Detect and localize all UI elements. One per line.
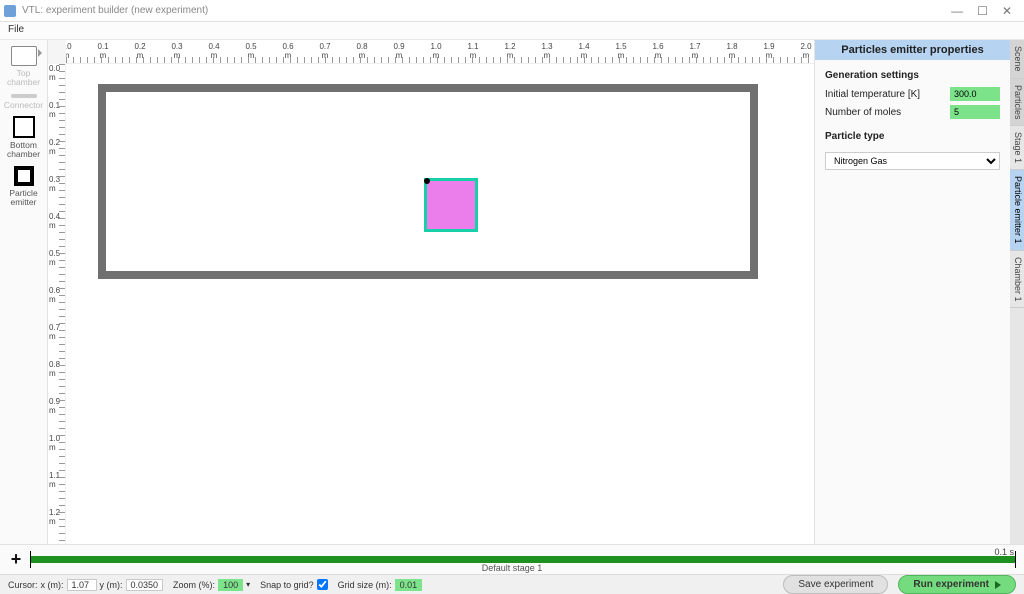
horizontal-ruler: 0.0m0.1m0.2m0.3m0.4m0.5m0.6m0.7m0.8m0.9m… [66,40,814,64]
number-of-moles-input[interactable] [950,105,1000,119]
number-of-moles-label: Number of moles [825,107,901,118]
close-button[interactable]: ✕ [1002,5,1012,17]
particle-emitter-object[interactable] [424,178,478,232]
top-chamber-label: Top chamber [7,69,40,88]
properties-header: Particles emitter properties [815,40,1010,60]
bottom-chamber-label: Bottom chamber [7,141,40,160]
grid-control: Grid size (m): 0.01 [338,579,423,591]
menu-bar: File [0,22,1024,40]
connector-label: Connector [4,101,43,110]
side-tabs: Scene Particles Stage 1 Particle emitter… [1010,40,1024,544]
zoom-input[interactable]: 100 [218,579,243,591]
generation-settings-heading: Generation settings [825,70,1000,81]
main-area: Top chamber Connector Bottom chamber Par… [0,40,1024,544]
play-icon [995,581,1001,589]
add-stage-button[interactable]: + [8,549,24,570]
connector-icon [11,94,37,98]
grid-size-input[interactable]: 0.01 [395,579,423,591]
bottom-chamber-icon [13,116,35,138]
zoom-label: Zoom (%): [173,580,215,590]
snap-checkbox[interactable] [317,579,328,590]
timeline-track[interactable] [30,556,1016,563]
cursor-readout: Cursor: x (m): 1.07 y (m): 0.0350 [8,579,163,591]
palette-bottom-chamber[interactable]: Bottom chamber [4,116,44,160]
tab-stage-1[interactable]: Stage 1 [1010,126,1024,170]
particle-type-select[interactable]: Nitrogen Gas [825,152,1000,170]
run-experiment-button[interactable]: Run experiment [898,575,1016,594]
work-area: 0.0m0.1m0.2m0.3m0.4m0.5m0.6m0.7m0.8m0.9m… [48,40,814,544]
cursor-x-value: 1.07 [67,579,97,591]
timeline-stage-label: Default stage 1 [482,563,543,573]
tab-particles[interactable]: Particles [1010,79,1024,127]
window-controls: — ☐ ✕ [951,5,1020,17]
top-chamber-icon [11,46,37,66]
right-panel: Particles emitter properties Generation … [814,40,1024,544]
palette-top-chamber[interactable]: Top chamber [4,46,44,88]
cursor-y-label: y (m): [100,580,123,590]
zoom-dropdown-icon[interactable]: ▾ [246,580,250,589]
minimize-button[interactable]: — [951,5,963,17]
window-title: VTL: experiment builder (new experiment) [22,5,951,16]
zoom-control: Zoom (%): 100 ▾ [173,579,250,591]
tab-chamber-1[interactable]: Chamber 1 [1010,251,1024,309]
status-bar: Cursor: x (m): 1.07 y (m): 0.0350 Zoom (… [0,574,1024,594]
palette-connector[interactable]: Connector [4,94,44,110]
tab-particle-emitter-1[interactable]: Particle emitter 1 [1010,170,1024,251]
initial-temperature-label: Initial temperature [K] [825,89,920,100]
canvas[interactable] [66,64,814,544]
snap-control: Snap to grid? [260,579,328,590]
vertical-ruler: 0.0m0.1m0.2m0.3m0.4m0.5m0.6m0.7m0.8m0.9m… [48,64,66,544]
timeline-end-label: 0.1 s [994,547,1014,557]
properties-panel: Particles emitter properties Generation … [815,40,1010,544]
tool-palette: Top chamber Connector Bottom chamber Par… [0,40,48,544]
app-icon [4,5,16,17]
cursor-x-label: x (m): [41,580,64,590]
particle-emitter-icon [14,166,34,186]
tab-scene[interactable]: Scene [1010,40,1024,79]
cursor-y-value: 0.0350 [126,579,164,591]
snap-label: Snap to grid? [260,580,314,590]
particle-emitter-label: Particle emitter [9,189,37,208]
chamber-object[interactable] [98,84,758,279]
cursor-prefix: Cursor: [8,580,38,590]
grid-size-label: Grid size (m): [338,580,392,590]
emitter-handle[interactable] [424,178,430,184]
palette-particle-emitter[interactable]: Particle emitter [4,166,44,208]
maximize-button[interactable]: ☐ [977,5,988,17]
timeline: + Default stage 1 0.1 s [0,544,1024,574]
initial-temperature-input[interactable] [950,87,1000,101]
run-experiment-label: Run experiment [913,579,989,590]
menu-file[interactable]: File [8,24,24,35]
particle-type-heading: Particle type [825,131,1000,142]
save-experiment-button[interactable]: Save experiment [783,575,888,594]
title-bar: VTL: experiment builder (new experiment)… [0,0,1024,22]
